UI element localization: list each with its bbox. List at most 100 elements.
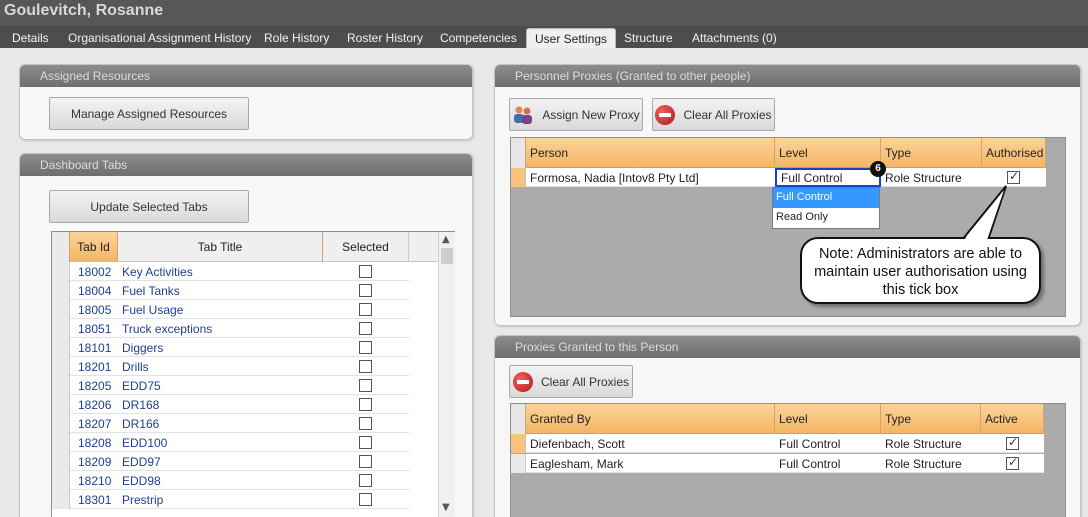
tab-title-cell[interactable]: Truck exceptions (118, 319, 323, 338)
tab-id-cell[interactable]: 18002 (74, 262, 118, 281)
row-selector[interactable] (52, 490, 70, 509)
tab-title-cell[interactable]: Prestrip (118, 490, 323, 509)
table-row[interactable]: 18002 Key Activities (52, 262, 409, 281)
table-row[interactable]: 18210 EDD98 (52, 471, 409, 490)
scrollbar[interactable]: ▲ ▼ (438, 232, 455, 517)
col-level[interactable]: Level (775, 138, 881, 168)
tab-title-cell[interactable]: Fuel Usage (118, 300, 323, 319)
clear-all-proxies-granted-button[interactable]: Clear All Proxies (509, 365, 633, 398)
table-row[interactable]: 18205 EDD75 (52, 376, 409, 395)
row-selector[interactable] (52, 433, 70, 452)
row-selector[interactable] (511, 434, 526, 453)
tab-structure[interactable]: Structure (624, 28, 673, 48)
col-tab-id[interactable]: Tab Id (70, 232, 118, 262)
tab-id-cell[interactable]: 18210 (74, 471, 118, 490)
row-selector[interactable] (52, 376, 70, 395)
tab-competencies[interactable]: Competencies (440, 28, 517, 48)
table-row[interactable]: 18005 Fuel Usage (52, 300, 409, 319)
row-selector[interactable] (52, 452, 70, 471)
table-row[interactable]: Eaglesham, Mark Full Control Role Struct… (511, 454, 1044, 473)
selected-checkbox[interactable] (359, 322, 372, 335)
row-selector[interactable] (52, 338, 70, 357)
tab-title-cell[interactable]: Fuel Tanks (118, 281, 323, 300)
selected-checkbox[interactable] (359, 379, 372, 392)
tab-id-cell[interactable]: 18205 (74, 376, 118, 395)
row-selector[interactable] (52, 471, 70, 490)
row-selector[interactable] (52, 414, 70, 433)
granted-by-cell[interactable]: Diefenbach, Scott (526, 434, 775, 453)
type-cell[interactable]: Role Structure (881, 168, 982, 187)
row-selector[interactable] (52, 262, 70, 281)
level-dropdown[interactable]: Full Control Read Only (772, 187, 880, 229)
table-row[interactable]: 18101 Diggers (52, 338, 409, 357)
row-selector[interactable] (52, 300, 70, 319)
col-tab-title[interactable]: Tab Title (118, 232, 323, 262)
tab-id-cell[interactable]: 18101 (74, 338, 118, 357)
tab-title-cell[interactable]: DR166 (118, 414, 323, 433)
tab-title-cell[interactable]: EDD100 (118, 433, 323, 452)
col-authorised[interactable]: Authorised (982, 138, 1046, 168)
table-row[interactable]: 18201 Drills (52, 357, 409, 376)
tab-id-cell[interactable]: 18209 (74, 452, 118, 471)
col-granted-by[interactable]: Granted By (526, 404, 775, 434)
tab-id-cell[interactable]: 18207 (74, 414, 118, 433)
scroll-thumb[interactable] (441, 248, 453, 264)
selected-checkbox[interactable] (359, 360, 372, 373)
tab-id-cell[interactable]: 18206 (74, 395, 118, 414)
assign-new-proxy-button[interactable]: Assign New Proxy (509, 98, 643, 131)
selected-checkbox[interactable] (359, 436, 372, 449)
level-cell[interactable]: Full Control (775, 454, 881, 473)
tab-id-cell[interactable]: 18208 (74, 433, 118, 452)
selected-checkbox[interactable] (359, 303, 372, 316)
row-selector[interactable] (52, 281, 70, 300)
table-row[interactable]: 18208 EDD100 (52, 433, 409, 452)
table-row[interactable]: Formosa, Nadia [Intov8 Pty Ltd] Full Con… (511, 168, 1046, 187)
tab-id-cell[interactable]: 18301 (74, 490, 118, 509)
tab-details[interactable]: Details (12, 28, 49, 48)
tab-title-cell[interactable]: Diggers (118, 338, 323, 357)
table-row[interactable]: 18207 DR166 (52, 414, 409, 433)
type-cell[interactable]: Role Structure (881, 434, 981, 453)
active-checkbox[interactable] (1006, 435, 1019, 450)
tab-roster-history[interactable]: Roster History (347, 28, 423, 48)
tab-id-cell[interactable]: 18201 (74, 357, 118, 376)
col-selected[interactable]: Selected (323, 232, 409, 262)
selected-checkbox[interactable] (359, 265, 372, 278)
tab-role-history[interactable]: Role History (264, 28, 329, 48)
table-row[interactable]: 18051 Truck exceptions (52, 319, 409, 338)
row-selector[interactable] (52, 319, 70, 338)
level-cell[interactable]: Full Control (775, 168, 881, 187)
manage-assigned-resources-button[interactable]: Manage Assigned Resources (49, 97, 249, 130)
update-selected-tabs-button[interactable]: Update Selected Tabs (49, 190, 249, 223)
tab-title-cell[interactable]: Drills (118, 357, 323, 376)
col-active[interactable]: Active (981, 404, 1044, 434)
col-type[interactable]: Type (881, 138, 982, 168)
row-selector[interactable] (511, 454, 526, 473)
active-checkbox[interactable] (1006, 455, 1019, 470)
clear-all-proxies-button[interactable]: Clear All Proxies (652, 98, 775, 131)
table-row[interactable]: 18206 DR168 (52, 395, 409, 414)
tab-id-cell[interactable]: 18005 (74, 300, 118, 319)
selected-checkbox[interactable] (359, 341, 372, 354)
col-type[interactable]: Type (881, 404, 981, 434)
tab-title-cell[interactable]: EDD75 (118, 376, 323, 395)
col-person[interactable]: Person (526, 138, 775, 168)
level-option-full-control[interactable]: Full Control (773, 188, 879, 208)
tab-id-cell[interactable]: 18051 (74, 319, 118, 338)
table-row[interactable]: 18301 Prestrip (52, 490, 409, 509)
type-cell[interactable]: Role Structure (881, 454, 981, 473)
tab-attachments[interactable]: Attachments (0) (692, 28, 777, 48)
tab-organisational-assignment-history[interactable]: Organisational Assignment History (68, 28, 251, 48)
tab-title-cell[interactable]: DR168 (118, 395, 323, 414)
selected-checkbox[interactable] (359, 493, 372, 506)
selected-checkbox[interactable] (359, 398, 372, 411)
selected-checkbox[interactable] (359, 284, 372, 297)
tab-title-cell[interactable]: Key Activities (118, 262, 323, 281)
selected-checkbox[interactable] (359, 417, 372, 430)
level-option-read-only[interactable]: Read Only (773, 208, 879, 228)
tab-title-cell[interactable]: EDD98 (118, 471, 323, 490)
scroll-down-icon[interactable]: ▼ (442, 502, 450, 513)
row-selector[interactable] (511, 168, 526, 187)
tab-user-settings[interactable]: User Settings (526, 28, 617, 48)
tab-id-cell[interactable]: 18004 (74, 281, 118, 300)
